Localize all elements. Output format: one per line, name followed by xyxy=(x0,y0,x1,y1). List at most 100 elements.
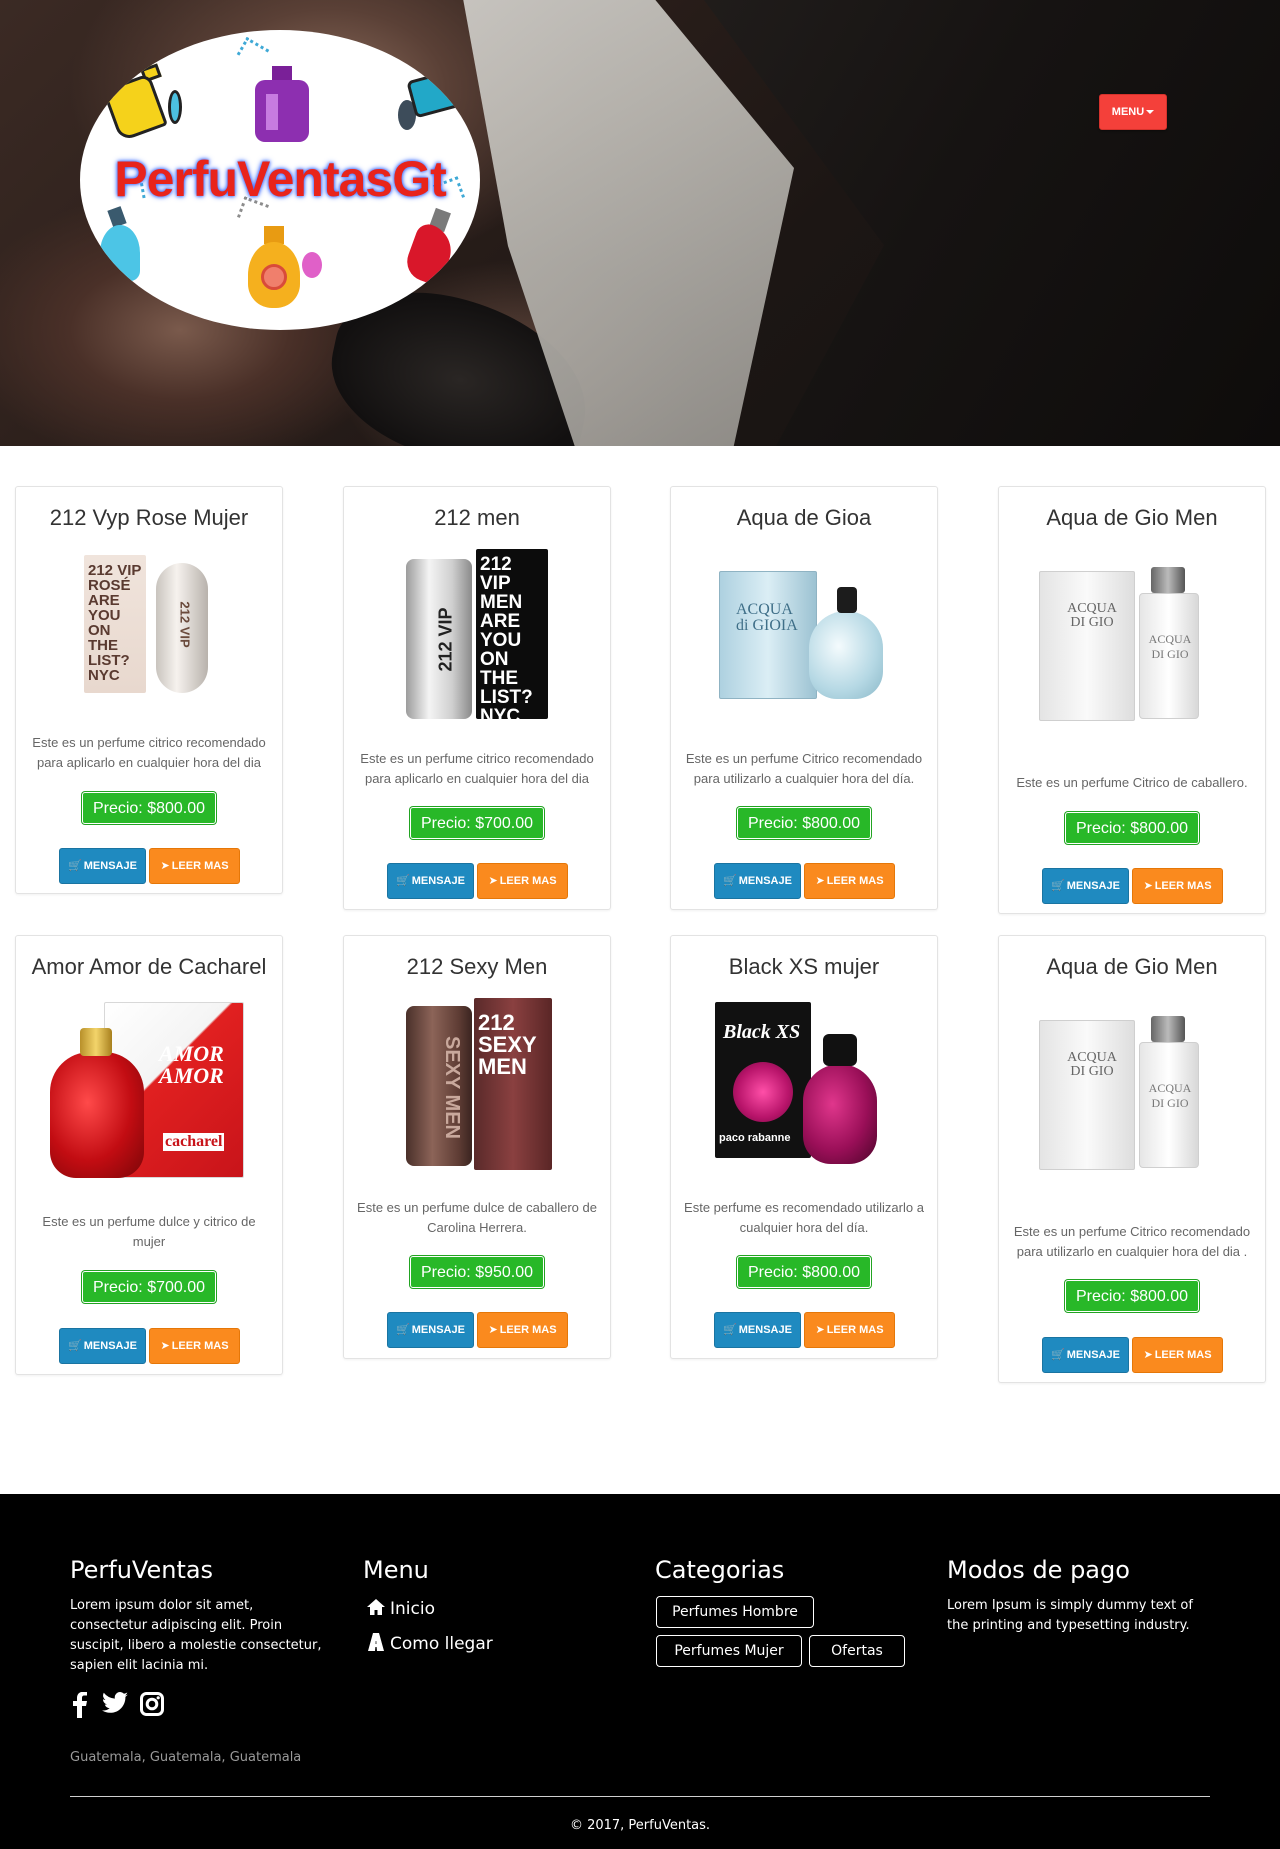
message-label: MENSAJE xyxy=(1066,880,1120,892)
twitter-icon[interactable] xyxy=(102,1692,128,1719)
menu-dropdown-button[interactable]: MENU xyxy=(1099,94,1167,130)
product-description: Este perfume es recomendado utilizarlo a… xyxy=(684,1200,924,1235)
product-price: Precio: $800.00 xyxy=(1065,1280,1199,1312)
perfume-cap xyxy=(1151,567,1185,593)
arrow-circle-icon: ➤ xyxy=(1143,1349,1153,1361)
box-text: Black XS xyxy=(723,1021,801,1043)
footer-link-como-llegar[interactable]: Como llegar xyxy=(366,1633,493,1654)
product-description: Este es un perfume citrico recomendado p… xyxy=(32,735,266,770)
cart-icon: 🛒 xyxy=(68,1340,82,1352)
footer-about-title: PerfuVentas xyxy=(70,1556,214,1584)
product-description: Este es un perfume Citrico recomendado p… xyxy=(685,751,923,786)
read-more-label: LEER MAS xyxy=(499,875,557,887)
bottle-text: ACQUA DI GIO xyxy=(1148,1081,1192,1110)
perfume-box: Black XS paco rabanne xyxy=(715,1002,811,1158)
logo-bottle-icon xyxy=(255,80,309,142)
perfume-cap xyxy=(823,1034,857,1066)
category-button-ofertas[interactable]: Ofertas xyxy=(809,1635,905,1667)
cart-icon: 🛒 xyxy=(723,875,737,887)
message-button[interactable]: 🛒 MENSAJE xyxy=(1042,1337,1129,1373)
footer-link-label: Inicio xyxy=(390,1599,435,1619)
logo-bottle-icon xyxy=(102,73,168,142)
product-image[interactable]: AMOR AMOR cacharel xyxy=(50,998,250,1184)
logo-sprayer-icon xyxy=(168,90,182,124)
product-name: 212 Sexy Men xyxy=(406,954,548,979)
product-price: Precio: $800.00 xyxy=(737,1256,871,1288)
read-more-button[interactable]: ➤ LEER MAS xyxy=(804,863,895,899)
perfume-cap xyxy=(80,1028,112,1056)
brand-text: paco rabanne xyxy=(719,1132,791,1144)
product-image[interactable]: ACQUA DI GIO ACQUA DI GIO xyxy=(1033,567,1233,725)
product-name: Amor Amor de Cacharel xyxy=(31,954,267,979)
box-text: ACQUA di GIOIA xyxy=(736,601,798,634)
product-image[interactable]: 212 VIP 212 VIP MEN ARE YOU ON THE LIST?… xyxy=(378,549,578,719)
instagram-icon[interactable] xyxy=(140,1692,164,1721)
product-name: 212 Vyp Rose Mujer xyxy=(49,505,249,530)
product-image[interactable]: ACQUA di GIOIA xyxy=(705,567,905,703)
product-card: Black XS mujer Black XS paco rabanne Est… xyxy=(670,935,938,1359)
cart-icon: 🛒 xyxy=(723,1324,737,1336)
road-icon xyxy=(368,1633,384,1651)
hero-banner: PerfuVentasGt MENU xyxy=(0,0,1280,446)
product-image[interactable]: SEXY MEN 212 SEXY MEN xyxy=(378,998,578,1170)
category-button-mujer[interactable]: Perfumes Mujer xyxy=(656,1635,802,1667)
message-label: MENSAJE xyxy=(83,1340,137,1352)
product-name: Aqua de Gioa xyxy=(736,505,872,530)
arrow-circle-icon: ➤ xyxy=(488,1324,498,1336)
product-image[interactable]: ACQUA DI GIO ACQUA DI GIO xyxy=(1033,1016,1233,1174)
site-logo[interactable]: PerfuVentasGt xyxy=(80,30,480,330)
message-button[interactable]: 🛒 MENSAJE xyxy=(1042,868,1129,904)
perfume-cap xyxy=(1151,1016,1185,1042)
perfume-bottle xyxy=(809,611,883,699)
read-more-button[interactable]: ➤ LEER MAS xyxy=(149,848,240,884)
product-description: Este es un perfume Citrico recomendado p… xyxy=(1013,1224,1251,1259)
logo-bottle-icon xyxy=(406,63,480,119)
perfume-bottle xyxy=(803,1064,877,1164)
product-card: Aqua de Gio Men ACQUA DI GIO ACQUA DI GI… xyxy=(998,486,1266,914)
perfume-bottle: ACQUA DI GIO xyxy=(1139,1042,1199,1168)
read-more-button[interactable]: ➤ LEER MAS xyxy=(149,1328,240,1364)
product-image[interactable]: 212 VIP ROSÉ ARE YOU ON THE LIST? NYC 21… xyxy=(50,549,250,697)
message-label: MENSAJE xyxy=(83,860,137,872)
bottle-text: ACQUA DI GIO xyxy=(1148,632,1192,661)
product-description: Este es un perfume citrico recomendado p… xyxy=(360,751,594,786)
arrow-circle-icon: ➤ xyxy=(815,1324,825,1336)
message-button[interactable]: 🛒 MENSAJE xyxy=(714,1312,801,1348)
read-more-label: LEER MAS xyxy=(171,1340,229,1352)
arrow-circle-icon: ➤ xyxy=(815,875,825,887)
category-button-hombre[interactable]: Perfumes Hombre xyxy=(656,1596,814,1628)
logo-bottle-icon xyxy=(100,225,140,281)
product-image[interactable]: Black XS paco rabanne xyxy=(705,998,905,1170)
read-more-button[interactable]: ➤ LEER MAS xyxy=(1132,868,1223,904)
perfume-bottle: 212 VIP xyxy=(406,559,472,719)
home-icon xyxy=(367,1599,385,1615)
perfume-box: ACQUA DI GIO xyxy=(1039,571,1135,721)
message-button[interactable]: 🛒 MENSAJE xyxy=(714,863,801,899)
product-price: Precio: $700.00 xyxy=(82,1271,216,1303)
read-more-button[interactable]: ➤ LEER MAS xyxy=(804,1312,895,1348)
message-label: MENSAJE xyxy=(1066,1349,1120,1361)
product-card: Amor Amor de Cacharel AMOR AMOR cacharel… xyxy=(15,935,283,1375)
footer-link-inicio[interactable]: Inicio xyxy=(366,1598,435,1619)
product-card: Aqua de Gioa ACQUA di GIOIA Este es un p… xyxy=(670,486,938,910)
message-label: MENSAJE xyxy=(738,875,792,887)
read-more-button[interactable]: ➤ LEER MAS xyxy=(477,863,568,899)
perfume-bottle: ACQUA DI GIO xyxy=(1139,593,1199,719)
cart-icon: 🛒 xyxy=(1051,880,1065,892)
box-text: 212 VIP ROSÉ ARE YOU ON THE LIST? NYC xyxy=(88,562,142,684)
box-text: ACQUA DI GIO xyxy=(1067,601,1117,630)
message-button[interactable]: 🛒 MENSAJE xyxy=(387,1312,474,1348)
message-button[interactable]: 🛒 MENSAJE xyxy=(387,863,474,899)
caret-down-icon xyxy=(1146,110,1155,115)
read-more-label: LEER MAS xyxy=(1154,880,1212,892)
read-more-button[interactable]: ➤ LEER MAS xyxy=(1132,1337,1223,1373)
message-button[interactable]: 🛒 MENSAJE xyxy=(59,848,146,884)
facebook-icon[interactable] xyxy=(72,1691,88,1723)
rose-emblem xyxy=(733,1062,793,1122)
box-text: ACQUA DI GIO xyxy=(1067,1050,1117,1079)
product-name: Aqua de Gio Men xyxy=(1046,505,1218,530)
perfume-box: 212 SEXY MEN xyxy=(474,998,552,1170)
read-more-button[interactable]: ➤ LEER MAS xyxy=(477,1312,568,1348)
footer-about-text: Lorem ipsum dolor sit amet, consectetur … xyxy=(70,1598,322,1673)
message-button[interactable]: 🛒 MENSAJE xyxy=(59,1328,146,1364)
